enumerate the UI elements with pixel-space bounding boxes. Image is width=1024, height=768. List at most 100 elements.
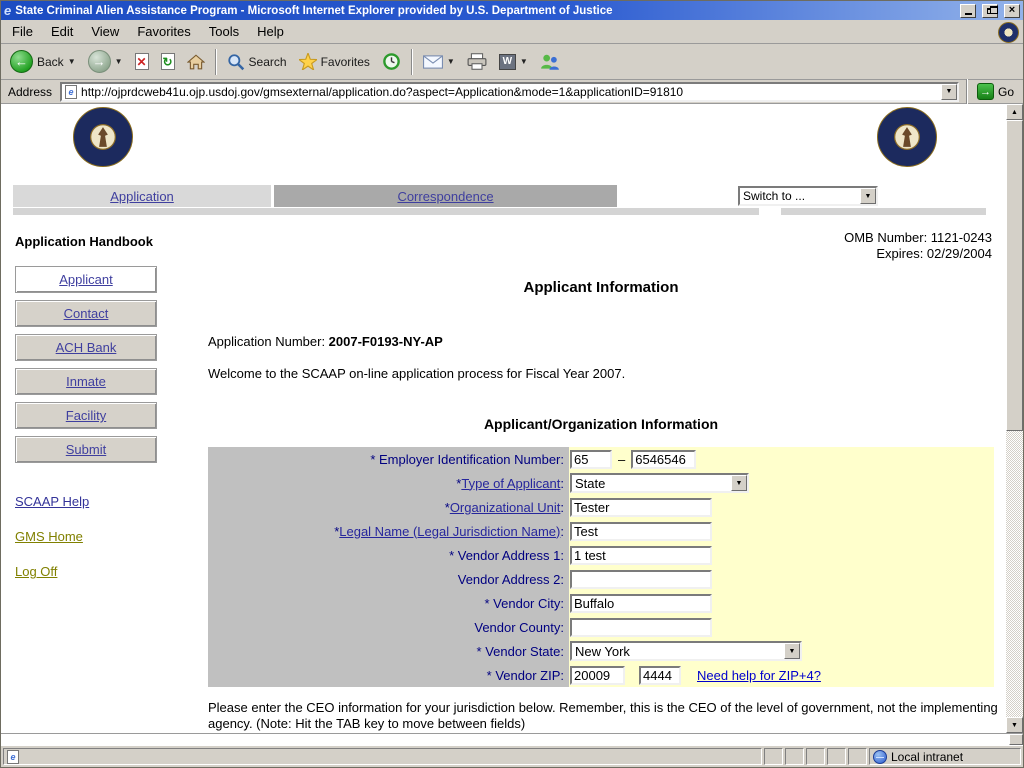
chevron-down-icon[interactable]: ▼ <box>731 475 747 491</box>
scroll-down-button[interactable]: ▼ <box>1006 717 1023 733</box>
field-value-cell: Need help for ZIP+4? <box>569 663 994 687</box>
omb-number: OMB Number: 1121-0243 <box>844 230 992 246</box>
forward-button[interactable]: → ▼ <box>83 48 128 75</box>
sidebar-link-scaap-help[interactable]: SCAAP Help <box>15 494 89 509</box>
search-label: Search <box>249 55 287 69</box>
menu-file[interactable]: File <box>3 21 42 42</box>
required-asterisk: * <box>487 668 496 683</box>
back-button[interactable]: ← Back ▼ <box>5 48 81 75</box>
home-button[interactable] <box>182 52 210 72</box>
sidebar-item-label: Contact <box>64 306 109 321</box>
organizational-unit-link[interactable]: Organizational Unit <box>450 500 561 515</box>
address-label: Address <box>4 85 56 99</box>
menu-view[interactable]: View <box>82 21 128 42</box>
sidebar-item-label: Applicant <box>59 272 112 287</box>
switch-to-select[interactable]: Switch to ... ▼ <box>738 186 878 206</box>
form-row-organizational-unit: *Organizational Unit: <box>208 495 994 519</box>
horizontal-scrollbar[interactable] <box>1 733 1023 745</box>
banner-application-code: 2007-F0193-NY-AP <box>624 133 721 145</box>
messenger-button[interactable] <box>535 51 565 73</box>
address-url[interactable]: http://ojprdcweb41u.ojp.usdoj.gov/gmsext… <box>81 85 937 99</box>
address-dropdown-button[interactable]: ▼ <box>941 84 957 100</box>
stop-button[interactable]: ✕ <box>130 51 154 72</box>
label-colon: : <box>560 476 564 491</box>
menu-help[interactable]: Help <box>248 21 293 42</box>
menu-bar-items: FileEditViewFavoritesToolsHelp <box>3 21 293 42</box>
menu-tools[interactable]: Tools <box>200 21 248 42</box>
mail-button[interactable]: ▼ <box>418 53 460 71</box>
status-panel <box>827 748 846 765</box>
organizational-unit-input[interactable] <box>570 498 712 517</box>
toolbar-separator <box>966 79 968 105</box>
field-label: * Vendor City: <box>208 591 569 615</box>
type-of-applicant-link[interactable]: Type of Applicant <box>461 476 560 491</box>
edit-with-word-button[interactable]: W ▼ <box>494 52 533 72</box>
sidebar-item-facility[interactable]: Facility <box>15 402 157 429</box>
vendor-city-label: Vendor City <box>493 596 560 611</box>
search-button[interactable]: Search <box>222 51 292 73</box>
scroll-thumb[interactable] <box>1006 120 1023 431</box>
vendor-state-label: Vendor State <box>485 644 560 659</box>
required-asterisk: * <box>485 596 494 611</box>
mail-dropdown-icon[interactable]: ▼ <box>447 57 455 66</box>
type-of-applicant-select[interactable]: State▼ <box>570 473 749 493</box>
minimize-icon <box>965 13 972 15</box>
vendor-state-select[interactable]: New York▼ <box>570 641 802 661</box>
vendor-address-1-label: Vendor Address 1 <box>458 548 561 563</box>
sidebar-heading: Application Handbook <box>15 234 153 249</box>
sidebar-item-inmate[interactable]: Inmate <box>15 368 157 395</box>
menu-favorites[interactable]: Favorites <box>128 21 199 42</box>
ceo-instructions: Please enter the CEO information for you… <box>208 700 1000 732</box>
field-label: * Vendor State: <box>208 639 569 663</box>
legal-name-legal-jurisdiction-name-input[interactable] <box>570 522 712 541</box>
zip-help-link[interactable]: Need help for ZIP+4? <box>697 668 821 683</box>
scroll-up-button[interactable]: ▲ <box>1006 104 1023 120</box>
form-row-vendor-address-2: Vendor Address 2: <box>208 567 994 591</box>
field-value-cell <box>569 567 994 591</box>
field-label: *Organizational Unit: <box>208 495 569 519</box>
intranet-zone-icon <box>873 750 887 764</box>
forward-dropdown-icon[interactable]: ▼ <box>115 57 123 66</box>
favorites-button[interactable]: Favorites <box>294 51 375 72</box>
sidebar-item-applicant[interactable]: Applicant <box>15 266 157 293</box>
omb-expires: Expires: 02/29/2004 <box>844 246 992 262</box>
vendor-address-1-input[interactable] <box>570 546 712 565</box>
vendor-zip4-input[interactable] <box>639 666 681 685</box>
switch-to-dropdown-icon[interactable]: ▼ <box>860 188 876 204</box>
chevron-down-icon[interactable]: ▼ <box>784 643 800 659</box>
go-button[interactable]: → Go <box>975 82 1020 101</box>
vendor-county-input[interactable] <box>570 618 712 637</box>
word-dropdown-icon[interactable]: ▼ <box>520 57 528 66</box>
tab-underline-bar <box>781 208 986 215</box>
sidebar-link-log-off[interactable]: Log Off <box>15 564 57 579</box>
address-field[interactable]: e http://ojprdcweb41u.ojp.usdoj.gov/gmse… <box>60 82 959 102</box>
restore-button[interactable] <box>982 4 998 18</box>
employer-identification-number-input-2[interactable] <box>631 450 696 469</box>
tab-application[interactable]: Application <box>13 185 271 207</box>
tab-correspondence[interactable]: Correspondence <box>274 185 617 207</box>
vendor-address-2-input[interactable] <box>570 570 712 589</box>
close-button[interactable]: × <box>1004 4 1020 18</box>
tab-underline-bar <box>13 208 759 215</box>
field-label: Vendor County: <box>208 615 569 639</box>
print-button[interactable] <box>462 51 492 72</box>
sidebar-link-gms-home[interactable]: GMS Home <box>15 529 83 544</box>
sidebar-item-ach-bank[interactable]: ACH Bank <box>15 334 157 361</box>
history-button[interactable] <box>377 50 406 73</box>
form-row-vendor-state: * Vendor State:New York▼ <box>208 639 994 663</box>
legal-name-legal-jurisdiction-name-link[interactable]: Legal Name (Legal Jurisdiction Name) <box>339 524 560 539</box>
vertical-scrollbar[interactable]: ▲ ▼ <box>1006 104 1023 733</box>
sidebar-item-submit[interactable]: Submit <box>15 436 157 463</box>
menu-edit[interactable]: Edit <box>42 21 82 42</box>
refresh-button[interactable]: ↻ <box>156 51 180 72</box>
sidebar-item-contact[interactable]: Contact <box>15 300 157 327</box>
employer-identification-number-input-1[interactable] <box>570 450 612 469</box>
vendor-city-input[interactable] <box>570 594 712 613</box>
back-dropdown-icon[interactable]: ▼ <box>68 57 76 66</box>
field-label: Vendor Address 2: <box>208 567 569 591</box>
vendor-zip-input[interactable] <box>570 666 625 685</box>
status-panel <box>785 748 804 765</box>
minimize-button[interactable] <box>960 4 976 18</box>
scroll-track[interactable] <box>1006 431 1023 717</box>
go-label: Go <box>998 85 1014 99</box>
